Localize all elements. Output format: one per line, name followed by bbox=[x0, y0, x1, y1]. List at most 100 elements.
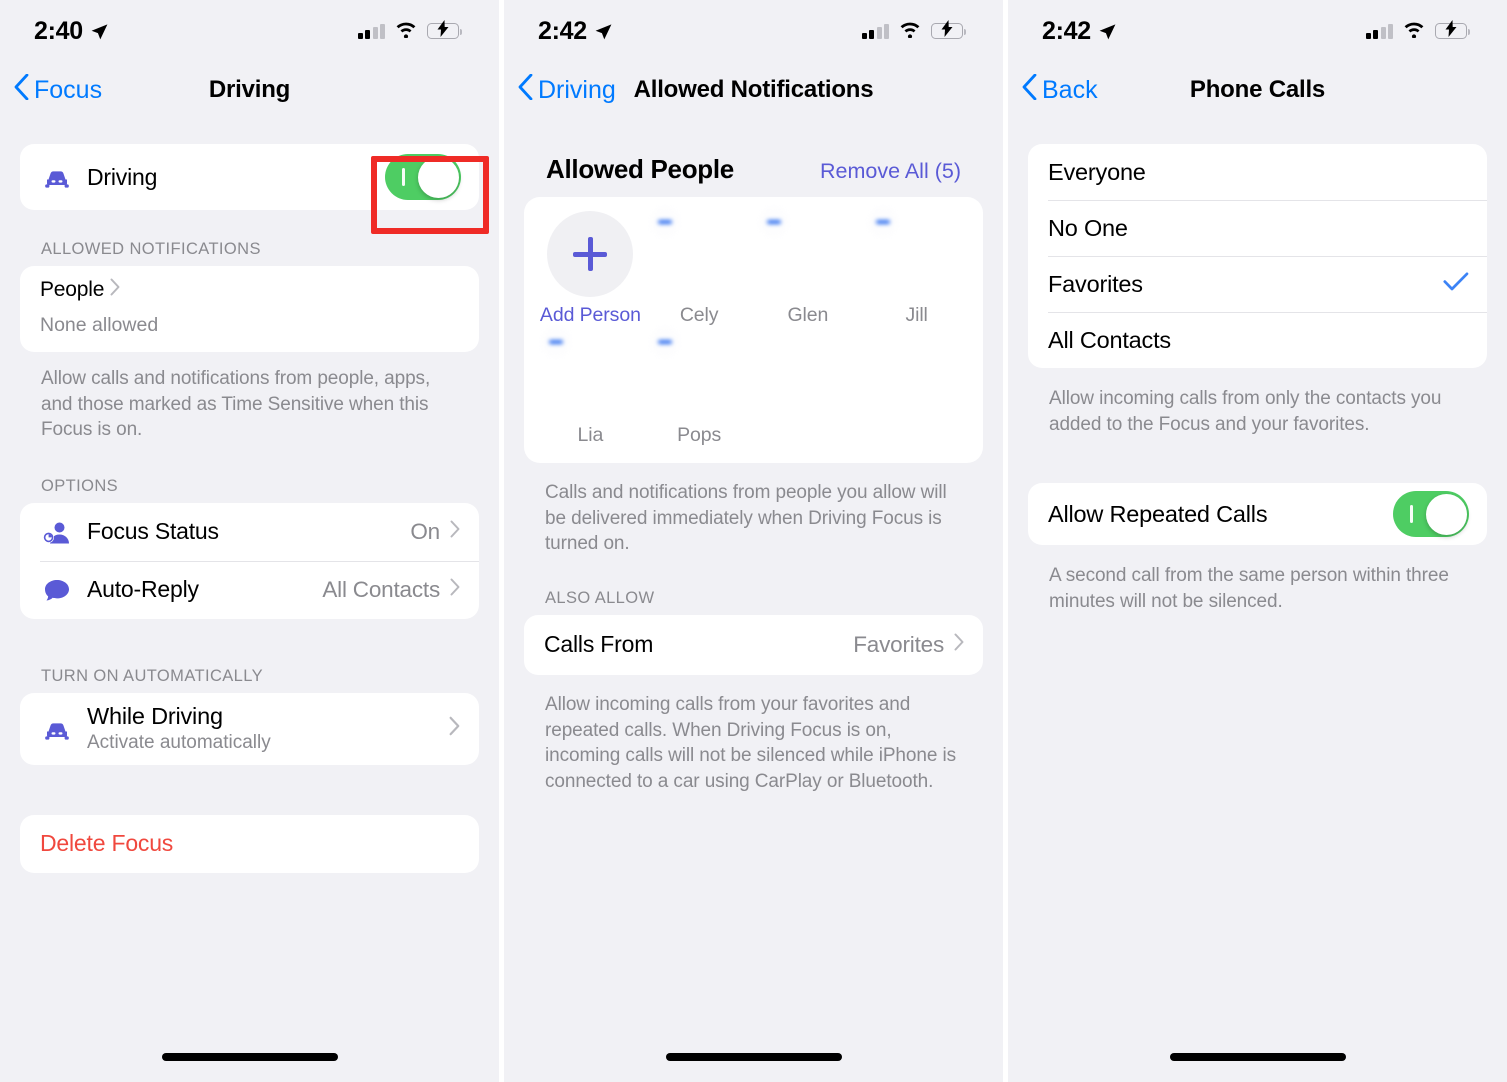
remove-minus-icon[interactable] bbox=[758, 207, 789, 237]
driving-label: Driving bbox=[87, 163, 158, 190]
allow-repeated-calls-toggle[interactable] bbox=[1393, 491, 1469, 538]
person-label: Lia bbox=[577, 424, 604, 446]
allowed-people-title: Allowed People bbox=[546, 154, 734, 184]
back-button-label: Driving bbox=[538, 75, 616, 104]
option-favorites[interactable]: Favorites bbox=[1028, 256, 1487, 312]
turn-on-automatically-header: TURN ON AUTOMATICALLY bbox=[41, 666, 264, 685]
back-button-driving[interactable]: Driving bbox=[504, 73, 616, 107]
car-icon bbox=[40, 166, 74, 188]
list-item[interactable]: Glen bbox=[754, 207, 863, 327]
battery-charging-icon bbox=[427, 20, 462, 39]
repeated-calls-footnote: A second call from the same person withi… bbox=[1049, 565, 1449, 612]
wifi-icon bbox=[1402, 20, 1426, 43]
avatar-wrap bbox=[758, 207, 851, 297]
focus-status-row[interactable]: Focus Status On bbox=[20, 503, 479, 561]
turn-on-automatically-card: While Driving Activate automatically bbox=[20, 692, 479, 765]
person-label: Add Person bbox=[539, 304, 641, 326]
remove-minus-icon[interactable] bbox=[650, 327, 681, 357]
option-label: Favorites bbox=[1048, 270, 1143, 297]
chevron-right-icon bbox=[449, 716, 461, 741]
driving-toggle-card: Driving bbox=[20, 144, 479, 210]
option-everyone[interactable]: Everyone bbox=[1028, 144, 1487, 200]
status-bar: 2:40 bbox=[0, 0, 499, 62]
person-label: Pops bbox=[677, 424, 722, 446]
auto-reply-row[interactable]: Auto-Reply All Contacts bbox=[20, 560, 479, 619]
focus-status-label: Focus Status bbox=[87, 518, 219, 545]
toggle-on-bar bbox=[1410, 505, 1413, 524]
phone-calls-content: Everyone No One Favorites All Contacts A… bbox=[1008, 144, 1507, 615]
back-button[interactable]: Back bbox=[1008, 73, 1098, 107]
person-label: Cely bbox=[679, 304, 719, 326]
option-no-one[interactable]: No One bbox=[1028, 200, 1487, 256]
people-row[interactable]: People bbox=[20, 266, 479, 314]
nav-bar: Driving Allowed Notifications bbox=[504, 62, 1003, 118]
allow-repeated-calls-label: Allow Repeated Calls bbox=[1048, 500, 1268, 527]
also-allow-footnote: Allow incoming calls from your favorites… bbox=[545, 693, 956, 792]
location-arrow-icon bbox=[594, 22, 613, 41]
remove-all-button[interactable]: Remove All (5) bbox=[820, 159, 961, 184]
remove-minus-icon[interactable] bbox=[541, 327, 572, 357]
allow-repeated-calls-card: Allow Repeated Calls bbox=[1028, 483, 1487, 546]
driving-toggle[interactable] bbox=[385, 154, 461, 200]
chevron-right-icon bbox=[954, 633, 965, 656]
add-person-avatar-wrap bbox=[547, 211, 634, 297]
avatar-wrap bbox=[650, 207, 742, 297]
focus-status-value: On bbox=[410, 518, 440, 544]
remove-minus-icon[interactable] bbox=[867, 207, 898, 237]
list-item[interactable]: Cely bbox=[645, 207, 754, 327]
wifi-icon bbox=[898, 20, 922, 43]
status-bar-clock: 2:40 bbox=[34, 16, 83, 45]
focus-status-icon bbox=[40, 518, 74, 546]
while-driving-title: While Driving bbox=[87, 703, 223, 730]
home-indicator bbox=[665, 1053, 842, 1061]
while-driving-subtitle: Activate automatically bbox=[87, 732, 271, 754]
allowed-notifications-card: People None allowed bbox=[20, 266, 479, 352]
screen-phone-calls: 2:42 Back Phone Calls Everyone No One Fa… bbox=[1008, 0, 1507, 1082]
avatar-wrap bbox=[650, 327, 742, 417]
delete-focus-row[interactable]: Delete Focus bbox=[20, 815, 479, 873]
cellular-bars-icon bbox=[861, 23, 889, 39]
status-bar-right bbox=[357, 20, 462, 43]
list-item[interactable]: Lia bbox=[536, 327, 645, 447]
delete-focus-card: Delete Focus bbox=[20, 814, 479, 873]
allowed-people-footnote: Calls and notifications from people you … bbox=[545, 482, 947, 555]
while-driving-row[interactable]: While Driving Activate automatically bbox=[20, 693, 479, 765]
status-bar-left: 2:42 bbox=[538, 17, 613, 46]
status-bar-left: 2:42 bbox=[1042, 17, 1117, 46]
chevron-left-icon bbox=[1022, 73, 1037, 107]
auto-reply-value: All Contacts bbox=[322, 576, 440, 602]
allowed-people-header: Allowed People Remove All (5) bbox=[524, 154, 983, 197]
add-person-button[interactable]: Add Person bbox=[536, 211, 645, 327]
calls-from-label: Calls From bbox=[544, 631, 654, 658]
while-driving-text: While Driving Activate automatically bbox=[87, 703, 271, 754]
remove-minus-icon[interactable] bbox=[650, 207, 681, 237]
cellular-bars-icon bbox=[357, 23, 385, 39]
option-label: No One bbox=[1048, 214, 1128, 241]
home-indicator bbox=[1169, 1053, 1346, 1061]
also-allow-card: Calls From Favorites bbox=[524, 614, 983, 675]
auto-reply-label: Auto-Reply bbox=[87, 576, 199, 603]
screen-driving-focus: 2:40 Focus Driving Driving ALLOWED NOTIF… bbox=[0, 0, 499, 1082]
screen-allowed-notifications: 2:42 Driving Allowed Notifications Allow… bbox=[504, 0, 1003, 1082]
options-header: OPTIONS bbox=[41, 476, 119, 495]
people-label: People bbox=[40, 278, 105, 301]
home-indicator bbox=[161, 1053, 338, 1061]
status-bar-right bbox=[861, 20, 966, 43]
plus-icon bbox=[573, 237, 608, 271]
location-arrow-icon bbox=[1098, 22, 1117, 41]
options-footnote: Allow incoming calls from only the conta… bbox=[1049, 388, 1442, 435]
three-panel-screenshot-comparison: 2:40 Focus Driving Driving ALLOWED NOTIF… bbox=[0, 0, 1507, 1082]
allow-repeated-calls-row[interactable]: Allow Repeated Calls bbox=[1028, 483, 1487, 545]
option-label: All Contacts bbox=[1048, 326, 1171, 353]
battery-charging-icon bbox=[1435, 20, 1470, 39]
back-button-focus[interactable]: Focus bbox=[0, 73, 103, 107]
cellular-bars-icon bbox=[1365, 23, 1393, 39]
driving-focus-row[interactable]: Driving bbox=[20, 144, 479, 210]
list-item[interactable]: Pops bbox=[645, 327, 754, 447]
option-all-contacts[interactable]: All Contacts bbox=[1028, 312, 1487, 368]
back-button-label: Focus bbox=[34, 75, 103, 104]
allowed-notifications-footnote: Allow calls and notifications from peopl… bbox=[41, 368, 431, 441]
list-item[interactable]: Jill bbox=[862, 207, 971, 327]
status-bar-clock: 2:42 bbox=[1042, 16, 1091, 45]
calls-from-row[interactable]: Calls From Favorites bbox=[524, 615, 983, 675]
